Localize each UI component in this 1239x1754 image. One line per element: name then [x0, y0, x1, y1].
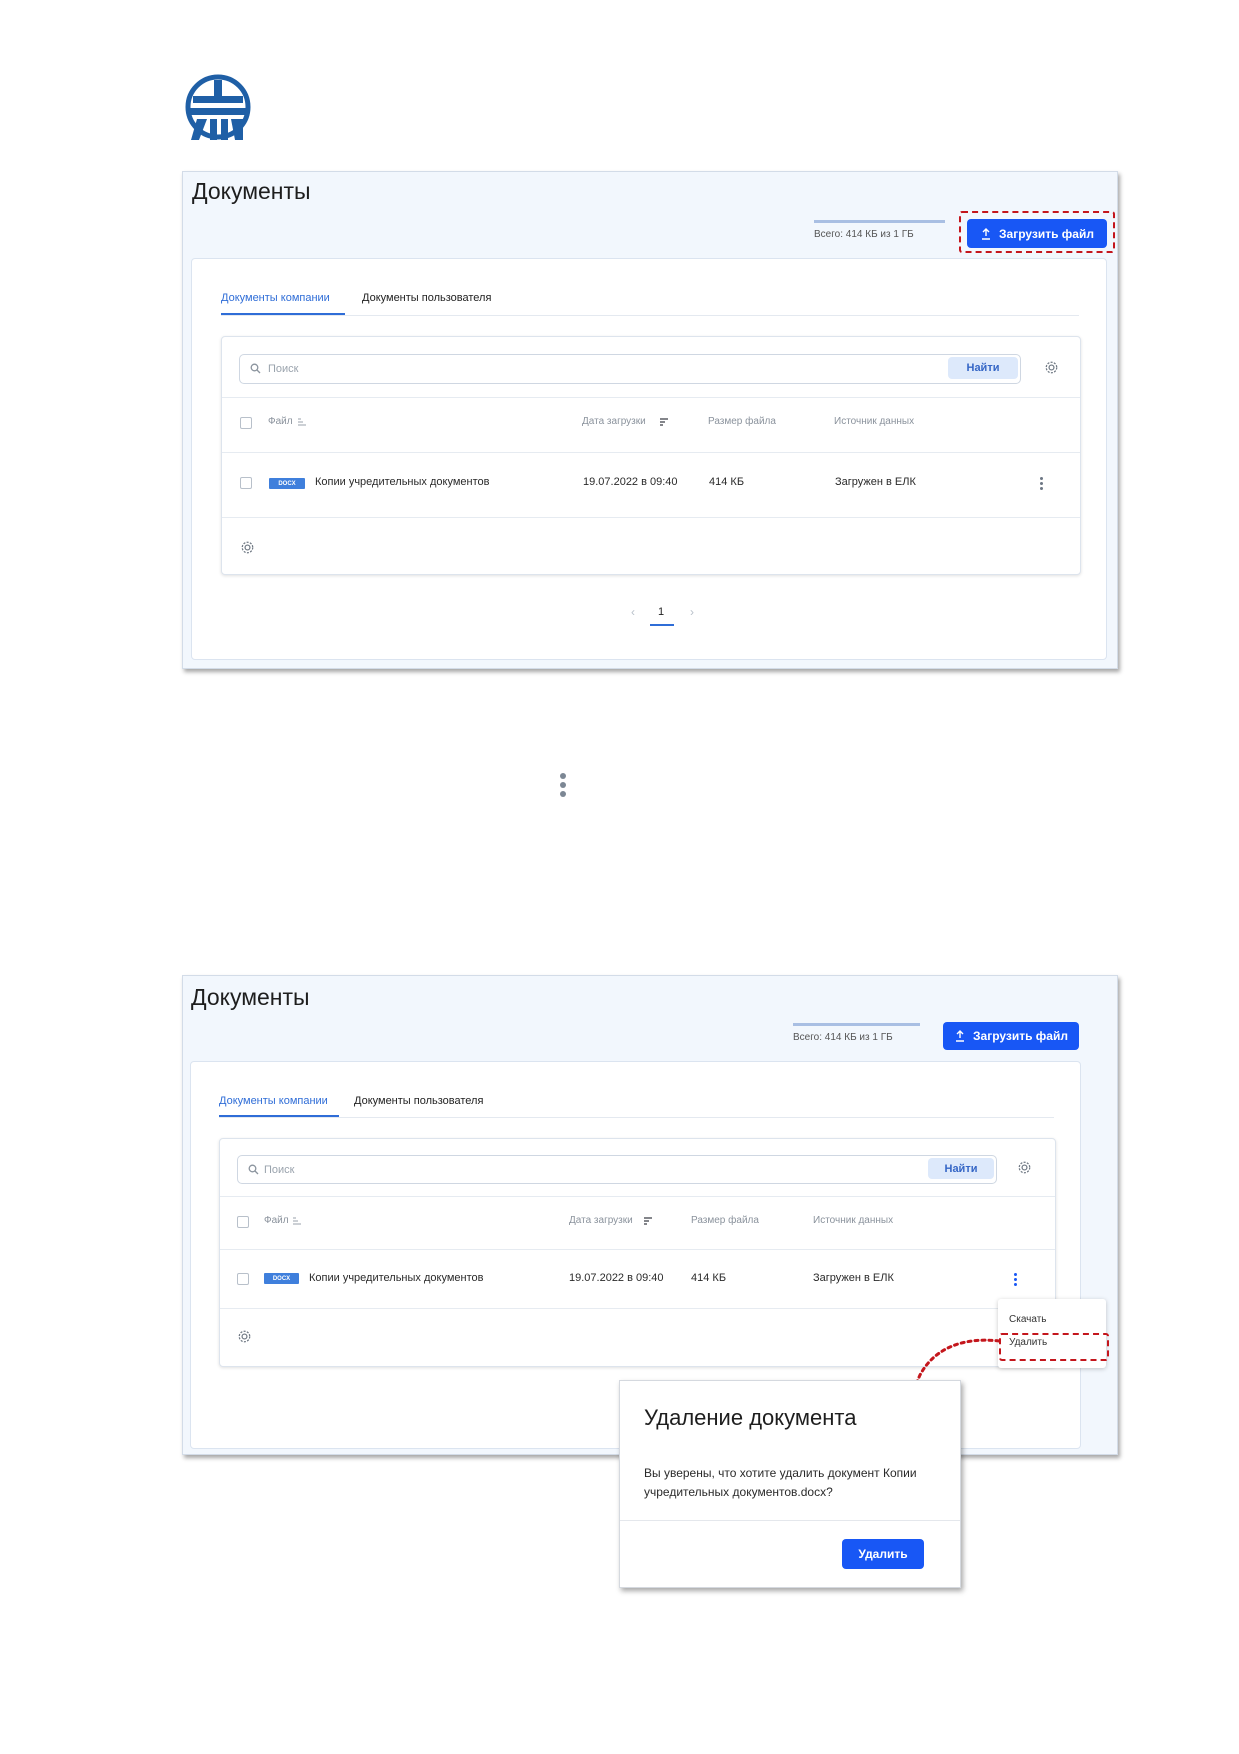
confirm-delete-button[interactable]: Удалить	[842, 1539, 924, 1569]
upload-file-label: Загрузить файл	[973, 1029, 1068, 1043]
row-divider	[220, 1249, 1055, 1250]
row-divider-bottom	[220, 1308, 1055, 1309]
header-divider	[222, 397, 1080, 398]
dialog-title: Удаление документа	[644, 1405, 857, 1430]
documents-table: Поиск Найти Файл Дата загрузки Размер фа…	[219, 1138, 1056, 1367]
documents-table: Поиск Найти Файл Дата загрузки Размер фа…	[221, 336, 1081, 575]
row-checkbox[interactable]	[240, 477, 252, 489]
upload-date-cell: 19.07.2022 в 09:40	[583, 476, 678, 488]
tabs-divider	[219, 1117, 1054, 1118]
file-size-cell: 414 КБ	[709, 476, 745, 488]
column-header-file[interactable]: Файл	[264, 1215, 289, 1226]
sort-icon[interactable]	[293, 1217, 302, 1225]
storage-usage-text: Всего: 414 КБ из 1 ГБ	[793, 1032, 893, 1043]
data-source-cell: Загружен в ЕЛК	[813, 1272, 894, 1284]
select-all-checkbox[interactable]	[237, 1216, 249, 1228]
highlight-delete-item	[999, 1333, 1109, 1361]
column-header-date[interactable]: Дата загрузки	[582, 416, 646, 427]
row-actions-kebab-icon[interactable]	[1014, 1273, 1018, 1287]
dialog-divider	[620, 1520, 960, 1521]
sort-desc-icon[interactable]	[660, 418, 669, 426]
row-actions-kebab-icon[interactable]	[1040, 477, 1044, 491]
tab-company-documents[interactable]: Документы компании	[219, 1095, 328, 1107]
column-header-source[interactable]: Источник данных	[813, 1215, 893, 1226]
pagination-next-button[interactable]: ›	[690, 605, 694, 619]
search-placeholder: Поиск	[264, 1164, 295, 1176]
find-button[interactable]: Найти	[928, 1158, 994, 1179]
upload-file-button[interactable]: Загрузить файл	[943, 1022, 1079, 1050]
page-title: Документы	[191, 984, 310, 1010]
logo-icon	[185, 74, 251, 140]
sort-desc-icon[interactable]	[644, 1217, 653, 1225]
row-divider-bottom	[222, 517, 1080, 518]
row-divider	[222, 452, 1080, 453]
file-name-link[interactable]: Копии учредительных документов	[309, 1272, 483, 1284]
documents-card: Документы компании Документы пользовател…	[191, 258, 1107, 660]
pagination-current-page[interactable]: 1	[658, 606, 664, 618]
data-source-cell: Загружен в ЕЛК	[835, 476, 916, 488]
sort-icon[interactable]	[298, 418, 307, 426]
dialog-message: Вы уверены, что хотите удалить документ …	[644, 1466, 917, 1499]
column-header-size[interactable]: Размер файла	[708, 416, 776, 427]
tab-user-documents[interactable]: Документы пользователя	[362, 292, 491, 304]
row-checkbox[interactable]	[237, 1273, 249, 1285]
docx-badge: DOCX	[264, 1273, 299, 1284]
page-title: Документы	[192, 178, 311, 204]
settings-gear-icon[interactable]	[1017, 1160, 1032, 1175]
table-settings-gear-icon[interactable]	[240, 540, 255, 555]
upload-icon	[956, 1030, 964, 1042]
highlight-upload-button	[959, 211, 1115, 253]
search-placeholder: Поиск	[268, 363, 299, 375]
file-size-cell: 414 КБ	[691, 1272, 727, 1284]
screenshot-documents-list: Документы Всего: 414 КБ из 1 ГБ Загрузит…	[182, 171, 1118, 669]
header-divider	[220, 1196, 1055, 1197]
menu-item-download[interactable]: Скачать	[1009, 1314, 1047, 1325]
pagination-prev-button[interactable]: ‹	[631, 605, 635, 619]
table-settings-gear-icon[interactable]	[237, 1329, 252, 1344]
ellipsis-separator-icon	[560, 773, 566, 800]
tab-user-documents[interactable]: Документы пользователя	[354, 1095, 483, 1107]
search-input[interactable]: Поиск Найти	[239, 354, 1021, 384]
file-name-link[interactable]: Копии учредительных документов	[315, 476, 489, 488]
storage-progress-bar	[814, 220, 945, 223]
column-header-date[interactable]: Дата загрузки	[569, 1215, 633, 1226]
search-icon	[250, 363, 261, 374]
search-input[interactable]: Поиск Найти	[237, 1155, 997, 1184]
select-all-checkbox[interactable]	[240, 417, 252, 429]
tabs-divider	[221, 315, 1079, 316]
settings-gear-icon[interactable]	[1044, 360, 1059, 375]
column-header-size[interactable]: Размер файла	[691, 1215, 759, 1226]
search-icon	[248, 1164, 259, 1175]
tab-company-documents[interactable]: Документы компании	[221, 292, 330, 304]
column-header-source[interactable]: Источник данных	[834, 416, 914, 427]
upload-date-cell: 19.07.2022 в 09:40	[569, 1272, 664, 1284]
delete-document-dialog: Удаление документа Вы уверены, что хотит…	[619, 1380, 961, 1588]
storage-usage-text: Всего: 414 КБ из 1 ГБ	[814, 229, 914, 240]
find-button[interactable]: Найти	[948, 357, 1018, 379]
storage-progress-bar	[793, 1023, 920, 1026]
pagination-active-underline	[650, 624, 674, 626]
docx-badge: DOCX	[269, 478, 305, 489]
column-header-file[interactable]: Файл	[268, 416, 293, 427]
